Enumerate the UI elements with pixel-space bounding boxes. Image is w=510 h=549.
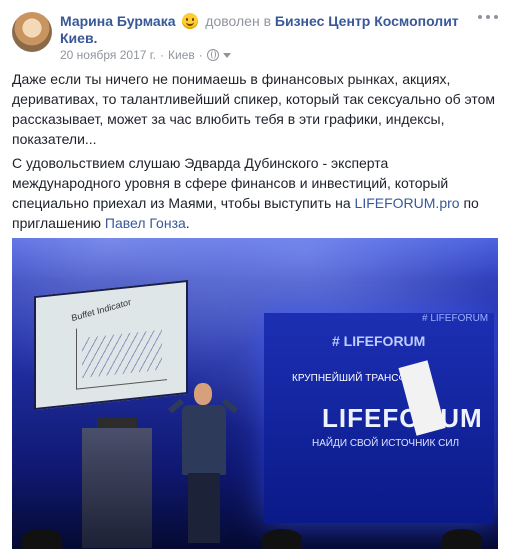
post-meta: 20 ноября 2017 г. · Киев · xyxy=(60,48,231,62)
post-header-line: Марина Бурмака доволен в Бизнес Центр Ко… xyxy=(60,12,470,30)
lifeforum-link[interactable]: LIFEFORUM.pro xyxy=(355,195,460,211)
smiling-face-icon xyxy=(182,13,199,29)
banner-hashtag-mid: # LIFEFORUM xyxy=(332,333,426,349)
stage-spotlight xyxy=(262,529,302,549)
stage-spotlight xyxy=(442,529,482,549)
meta-separator-2: · xyxy=(198,48,203,62)
post-text-paragraph-2: С удовольствием слушаю Эдварда Дубинског… xyxy=(12,153,498,233)
mention-link[interactable]: Павел Гонза xyxy=(105,215,186,231)
place-link-city[interactable]: Киев. xyxy=(60,30,97,46)
banner-tagline-bottom: НАЙДИ СВОЙ ИСТОЧНИК СИЛ xyxy=(312,438,460,449)
globe-icon[interactable] xyxy=(206,49,219,61)
stage-spotlight xyxy=(22,529,62,549)
projection-screen: Buffet Indicator xyxy=(34,279,188,411)
post-photo[interactable]: Buffet Indicator # LIFEFORUM # LIFEFORUM… xyxy=(12,238,498,549)
speaker-legs xyxy=(188,473,220,543)
meta-separator: · xyxy=(160,48,164,62)
post-location[interactable]: Киев xyxy=(168,48,195,62)
caret-down-icon[interactable] xyxy=(222,52,231,58)
lectern xyxy=(82,428,152,548)
speaker xyxy=(167,383,239,543)
speaker-torso xyxy=(182,405,226,475)
post-date[interactable]: 20 ноября 2017 г. xyxy=(60,48,156,62)
author-name[interactable]: Марина Бурмака xyxy=(60,13,176,29)
speaker-head xyxy=(194,383,212,405)
banner-logo: LIFEFORUM xyxy=(322,403,483,433)
more-options-icon[interactable] xyxy=(478,10,498,24)
paragraph-2-end: . xyxy=(185,215,190,231)
place-link[interactable]: Бизнес Центр Космополит xyxy=(275,13,459,29)
post-text-paragraph-1: Даже если ты ничего не понимаешь в финан… xyxy=(12,71,496,147)
screen-graph xyxy=(76,319,167,390)
feeling-text: доволен в xyxy=(205,13,272,29)
banner-hashtag-top: # LIFEFORUM xyxy=(422,313,489,324)
avatar[interactable] xyxy=(12,12,52,52)
screen-title: Buffet Indicator xyxy=(70,296,132,324)
